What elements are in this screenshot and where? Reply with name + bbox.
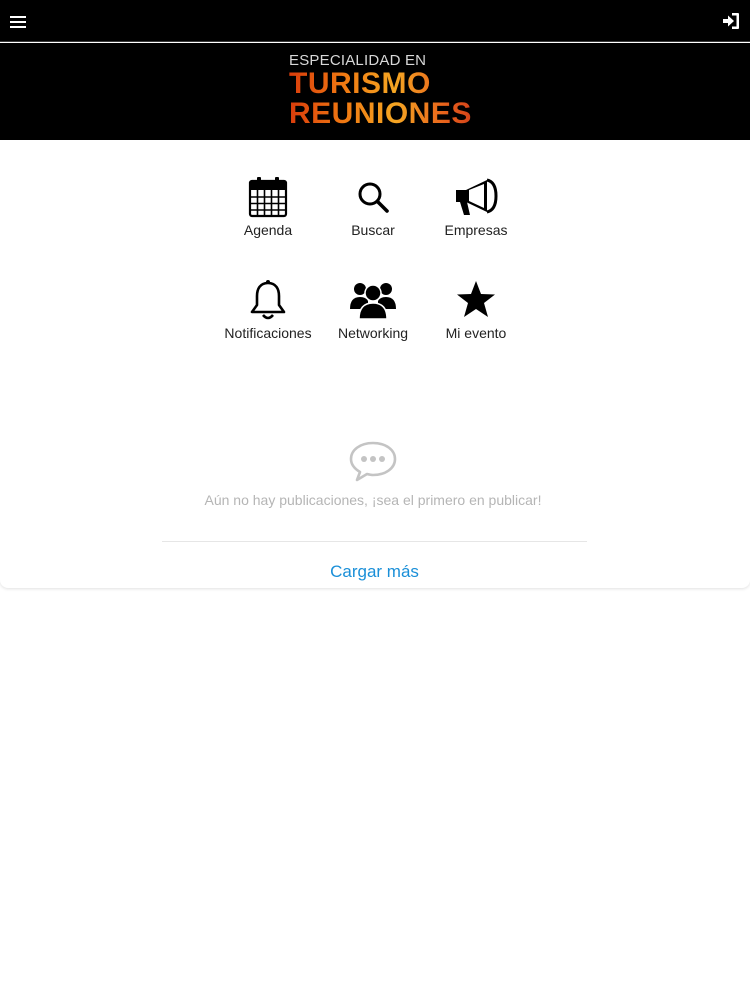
menu-item-notificaciones[interactable]: Notificaciones xyxy=(216,279,320,359)
menu-item-networking[interactable]: Networking xyxy=(321,279,425,359)
load-more-button[interactable]: Cargar más xyxy=(162,562,587,582)
speech-bubble-icon xyxy=(349,441,397,482)
divider xyxy=(162,541,587,542)
logo-title-line1: TURISMO xyxy=(285,69,485,99)
menu-item-label: Notificaciones xyxy=(224,325,312,341)
logo-title-line2: REUNIONES xyxy=(285,99,485,129)
search-icon xyxy=(358,182,389,213)
hamburger-menu-icon[interactable] xyxy=(8,10,28,32)
star-icon xyxy=(457,281,495,317)
calendar-icon xyxy=(248,177,288,218)
menu-item-empresas[interactable]: Empresas xyxy=(424,176,528,256)
menu-item-buscar[interactable]: Buscar xyxy=(321,176,425,256)
bell-icon xyxy=(250,280,286,320)
menu-item-mi-evento[interactable]: Mi evento xyxy=(424,279,528,359)
menu-item-agenda[interactable]: Agenda xyxy=(216,176,320,256)
menu-item-label: Buscar xyxy=(351,222,395,238)
megaphone-icon xyxy=(456,178,498,215)
home-card: Agenda Buscar Empresas Notificaciones Ne… xyxy=(0,140,750,588)
sign-in-icon[interactable] xyxy=(722,12,740,30)
event-logo: ESPECIALIDAD EN TURISMO REUNIONES xyxy=(285,53,485,135)
menu-item-label: Networking xyxy=(337,325,409,341)
event-banner: ESPECIALIDAD EN TURISMO REUNIONES xyxy=(0,43,750,140)
menu-item-label: Mi evento xyxy=(445,325,507,341)
empty-feed-message: Aún no hay publicaciones, ¡sea el primer… xyxy=(204,492,542,508)
top-bar xyxy=(0,0,750,42)
menu-item-label: Agenda xyxy=(243,222,293,238)
people-icon xyxy=(350,283,396,320)
menu-item-label: Empresas xyxy=(444,222,508,238)
